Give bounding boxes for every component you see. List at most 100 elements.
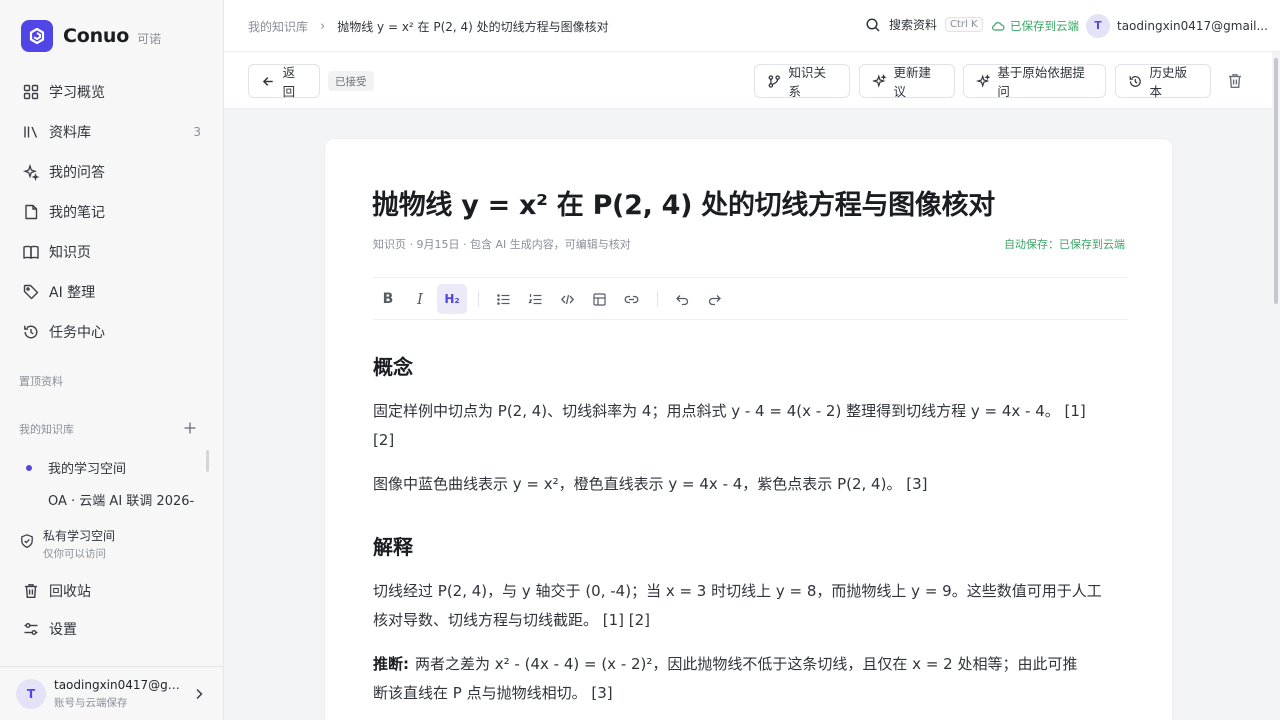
section-heading-explanation[interactable]: 解释 xyxy=(373,531,413,560)
sparkle-icon xyxy=(976,73,991,88)
nav-label: 知识页 xyxy=(49,245,91,261)
paragraph-concept-1[interactable]: 固定样例中切点为 P(2, 4)、切线斜率为 4；用点斜式 y - 4 = 4(… xyxy=(373,397,1129,455)
nav-label: 回收站 xyxy=(49,584,91,600)
kb-item-my-space[interactable]: 我的学习空间 xyxy=(26,458,126,477)
divider xyxy=(373,277,1127,278)
cloud-save-status: 已保存到云端 xyxy=(991,18,1079,34)
nav-item-settings[interactable]: 设置 xyxy=(12,610,212,648)
paragraph-line: 核对导数、切线方程与切线截距。 [1] [2] xyxy=(373,611,651,629)
heading-button[interactable]: H₂ xyxy=(437,284,467,314)
bold-button[interactable]: B xyxy=(373,284,403,314)
back-label: 返回 xyxy=(282,65,296,99)
format-separator xyxy=(478,291,479,307)
history-icon xyxy=(1129,75,1141,87)
nav-item-overview[interactable]: 学习概览 xyxy=(12,72,212,112)
brand[interactable]: Conuo 可诺 xyxy=(21,20,161,52)
history-label: 历史版本 xyxy=(1149,65,1188,99)
page-scrollbar[interactable] xyxy=(1272,52,1280,720)
paragraph-line: 切线经过 P(2, 4)，与 y 轴交于 (0, -4)；当 x = 3 时切线… xyxy=(373,582,1102,600)
nav-item-notes[interactable]: 我的笔记 xyxy=(12,192,212,232)
private-space-title: 私有学习空间 xyxy=(43,529,116,543)
private-space[interactable]: 私有学习空间 仅你可以访问 xyxy=(19,527,115,561)
note-icon xyxy=(25,204,38,220)
chevron-right-icon xyxy=(196,688,203,700)
knowledge-relations-button[interactable]: 知识关系 xyxy=(754,64,850,99)
paragraph-concept-2[interactable]: 图像中蓝色曲线表示 y = x²，橙色直线表示 y = 4x - 4，紫色点表示… xyxy=(373,470,1129,499)
breadcrumb: 我的知识库 › 抛物线 y = x² 在 P(2, 4) 处的切线方程与图像核对 xyxy=(248,18,609,35)
paragraph-inference[interactable]: 推断: 两者之差为 x² - (4x - 4) = (x - 2)²，因此抛物线不… xyxy=(373,650,1129,708)
nav-label: 我的问答 xyxy=(49,165,105,181)
kb-item-oa-cloud[interactable]: OA · 云端 AI 联调 2026- xyxy=(48,490,194,509)
library-icon xyxy=(24,126,38,138)
arrow-left-icon xyxy=(262,76,273,86)
relations-label: 知识关系 xyxy=(788,65,827,99)
format-toolbar: B I H₂ xyxy=(373,283,731,315)
document-card: 抛物线 y = x² 在 P(2, 4) 处的切线方程与图像核对 知识页 · 9… xyxy=(324,138,1173,720)
inference-label: 推断: xyxy=(373,655,409,673)
account-profile[interactable]: T taodingxin0417@gmai... 账号与云端保存 xyxy=(0,666,224,720)
paragraph-line: [2] xyxy=(373,431,395,449)
search-icon xyxy=(866,17,880,32)
link-button[interactable] xyxy=(616,284,646,314)
redo-button[interactable] xyxy=(699,284,729,314)
update-suggestions-button[interactable]: 更新建议 xyxy=(859,64,955,99)
document-meta: 知识页 · 9月15日 · 包含 AI 生成内容，可编辑与核对 xyxy=(373,238,631,251)
nav-item-library[interactable]: 资料库 3 xyxy=(12,112,212,152)
breadcrumb-root[interactable]: 我的知识库 xyxy=(248,18,308,35)
profile-email: taodingxin0417@gmai... xyxy=(54,677,186,692)
ask-from-source-button[interactable]: 基于原始依据提问 xyxy=(963,64,1106,99)
divider xyxy=(373,319,1127,320)
search-shortcut: Ctrl K xyxy=(945,17,983,32)
kb-item-label: 我的学习空间 xyxy=(48,462,127,477)
ask-label: 基于原始依据提问 xyxy=(997,65,1085,99)
user-menu[interactable]: T taodingxin0417@gmail... xyxy=(1086,14,1279,38)
shield-check-icon xyxy=(21,534,33,549)
nav-item-trash[interactable]: 回收站 xyxy=(12,572,212,610)
add-knowledge-base-icon[interactable] xyxy=(182,420,198,436)
page-title[interactable]: 抛物线 y = x² 在 P(2, 4) 处的切线方程与图像核对 xyxy=(372,183,995,222)
scrollbar-thumb[interactable] xyxy=(1274,58,1278,304)
table-button[interactable] xyxy=(584,284,614,314)
bullet-list-button[interactable] xyxy=(488,284,518,314)
paragraph-explanation-1[interactable]: 切线经过 P(2, 4)，与 y 轴交于 (0, -4)；当 x = 3 时切线… xyxy=(373,577,1129,635)
ordered-list-icon xyxy=(527,293,541,304)
page-toolbar: 返回 已接受 知识关系 更新建议 基于原始依据提问 历史版本 xyxy=(224,52,1272,109)
nav-label: 学习概览 xyxy=(49,85,105,101)
cloud-icon xyxy=(992,22,1005,31)
paragraph-line: 固定样例中切点为 P(2, 4)、切线斜率为 4；用点斜式 y - 4 = 4(… xyxy=(373,402,1086,420)
code-button[interactable] xyxy=(552,284,582,314)
suggest-label: 更新建议 xyxy=(893,65,932,99)
paragraph-line: 断该直线在 P 点与抛物线相切。 [3] xyxy=(373,684,613,702)
bottom-nav: 回收站 设置 xyxy=(12,572,212,648)
ordered-list-button[interactable] xyxy=(520,284,550,314)
heading-icon: H₂ xyxy=(444,292,460,306)
paragraph-line: 两者之差为 x² - (4x - 4) = (x - 2)²，因此抛物线不低于这… xyxy=(415,655,1078,673)
autosave-status: 自动保存：已保存到云端 xyxy=(1004,238,1125,251)
nav-item-ai-organize[interactable]: AI 整理 xyxy=(12,272,212,312)
top-bar: 我的知识库 › 抛物线 y = x² 在 P(2, 4) 处的切线方程与图像核对… xyxy=(224,0,1280,52)
kb-list-scrollbar[interactable] xyxy=(206,450,209,472)
sparkle-icon xyxy=(872,73,887,88)
sliders-icon xyxy=(24,623,38,635)
sidebar: Conuo 可诺 学习概览 资料库 3 我的问答 我的笔记 知识页 AI 整理 … xyxy=(0,0,224,720)
version-history-button[interactable]: 历史版本 xyxy=(1115,64,1211,99)
breadcrumb-current: 抛物线 y = x² 在 P(2, 4) 处的切线方程与图像核对 xyxy=(337,20,609,34)
nav-item-task-center[interactable]: 任务中心 xyxy=(12,312,212,352)
sparkle-icon xyxy=(23,163,40,181)
avatar: T xyxy=(1086,14,1110,38)
avatar: T xyxy=(16,678,46,709)
undo-button[interactable] xyxy=(667,284,697,314)
code-icon xyxy=(560,294,574,304)
delete-trash-icon[interactable] xyxy=(1226,72,1244,90)
trash-icon xyxy=(25,584,37,598)
section-heading-concept[interactable]: 概念 xyxy=(373,351,413,380)
search-button[interactable]: 搜索资料 Ctrl K xyxy=(865,16,983,33)
active-dot-icon xyxy=(26,464,32,471)
italic-button[interactable]: I xyxy=(405,284,435,314)
cloud-status-text: 已保存到云端 xyxy=(1010,19,1079,33)
tag-icon xyxy=(23,284,39,300)
nav-item-qa[interactable]: 我的问答 xyxy=(12,152,212,192)
library-count-badge: 3 xyxy=(193,125,201,139)
back-button[interactable]: 返回 xyxy=(248,64,320,99)
nav-item-knowledge-pages[interactable]: 知识页 xyxy=(12,232,212,272)
